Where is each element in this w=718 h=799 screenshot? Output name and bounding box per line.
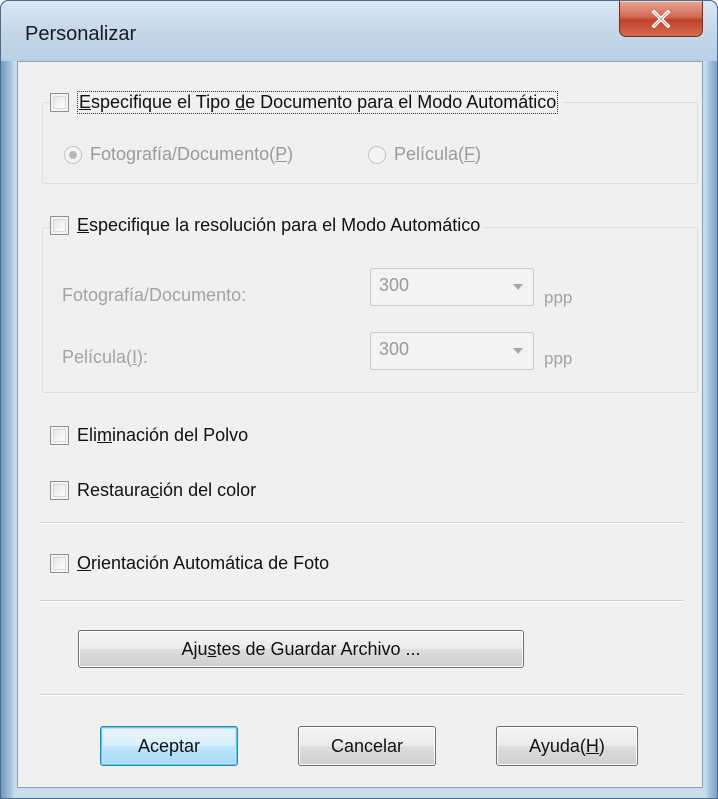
- file-save-settings-button[interactable]: Ajustes de Guardar Archivo ...: [78, 630, 524, 668]
- color-restoration-checkbox[interactable]: [50, 481, 69, 500]
- doc-type-checkbox-row[interactable]: Especifique el Tipo de Documento para el…: [50, 91, 563, 114]
- separator: [40, 522, 684, 524]
- film-resolution-value: 300: [379, 339, 410, 359]
- radio-photo-document-label: Fotografía/Documento(P): [90, 144, 294, 164]
- window-title: Personalizar: [25, 23, 137, 45]
- photo-resolution-label: Fotografía/Documento:: [62, 285, 247, 305]
- chevron-down-icon: [513, 284, 523, 290]
- file-save-settings-label: Ajustes de Guardar Archivo ...: [181, 638, 421, 659]
- color-restoration-checkbox-row[interactable]: Restauración del color: [50, 480, 261, 501]
- close-button[interactable]: [619, 1, 703, 37]
- auto-orientation-checkbox-row[interactable]: Orientación Automática de Foto: [50, 553, 334, 574]
- ok-button[interactable]: Aceptar: [100, 726, 238, 766]
- close-icon: [651, 9, 671, 28]
- auto-orientation-checkbox[interactable]: [50, 554, 69, 573]
- help-button-label: Ayuda(H): [529, 735, 605, 756]
- doc-type-group: [42, 102, 698, 184]
- film-resolution-unit: ppp: [544, 349, 573, 368]
- resolution-checkbox-row[interactable]: Especifique la resolución para el Modo A…: [50, 215, 485, 236]
- film-resolution-select[interactable]: 300: [370, 332, 534, 370]
- doc-type-checkbox[interactable]: [50, 93, 69, 112]
- photo-resolution-unit: ppp: [544, 288, 573, 307]
- auto-orientation-label: Orientación Automática de Foto: [77, 553, 330, 573]
- radio-photo-document-indicator[interactable]: [64, 145, 82, 164]
- radio-film-indicator[interactable]: [368, 145, 386, 164]
- radio-photo-document[interactable]: Fotografía/Documento(P): [64, 144, 293, 165]
- radio-film-label: Película(F): [394, 144, 482, 164]
- film-resolution-label: Película(I):: [62, 347, 149, 367]
- dialog-client-area: Especifique el Tipo de Documento para el…: [17, 61, 703, 788]
- dialog-window: Personalizar Especifique el Tipo de Docu…: [0, 0, 718, 799]
- chevron-down-icon: [513, 348, 523, 354]
- separator: [40, 600, 684, 602]
- resolution-checkbox-label: Especifique la resolución para el Modo A…: [77, 215, 481, 235]
- dust-removal-checkbox-row[interactable]: Eliminación del Polvo: [50, 425, 253, 446]
- doc-type-checkbox-label: Especifique el Tipo de Documento para el…: [77, 91, 559, 114]
- help-button[interactable]: Ayuda(H): [496, 726, 638, 766]
- cancel-button[interactable]: Cancelar: [298, 726, 436, 766]
- dust-removal-checkbox[interactable]: [50, 426, 69, 445]
- separator: [40, 694, 684, 696]
- color-restoration-label: Restauración del color: [77, 480, 257, 500]
- photo-resolution-select[interactable]: 300: [370, 268, 534, 306]
- photo-resolution-value: 300: [379, 275, 410, 295]
- title-bar[interactable]: Personalizar: [1, 1, 717, 61]
- dust-removal-label: Eliminación del Polvo: [77, 425, 249, 445]
- radio-film[interactable]: Película(F): [368, 144, 481, 165]
- resolution-checkbox[interactable]: [50, 216, 69, 235]
